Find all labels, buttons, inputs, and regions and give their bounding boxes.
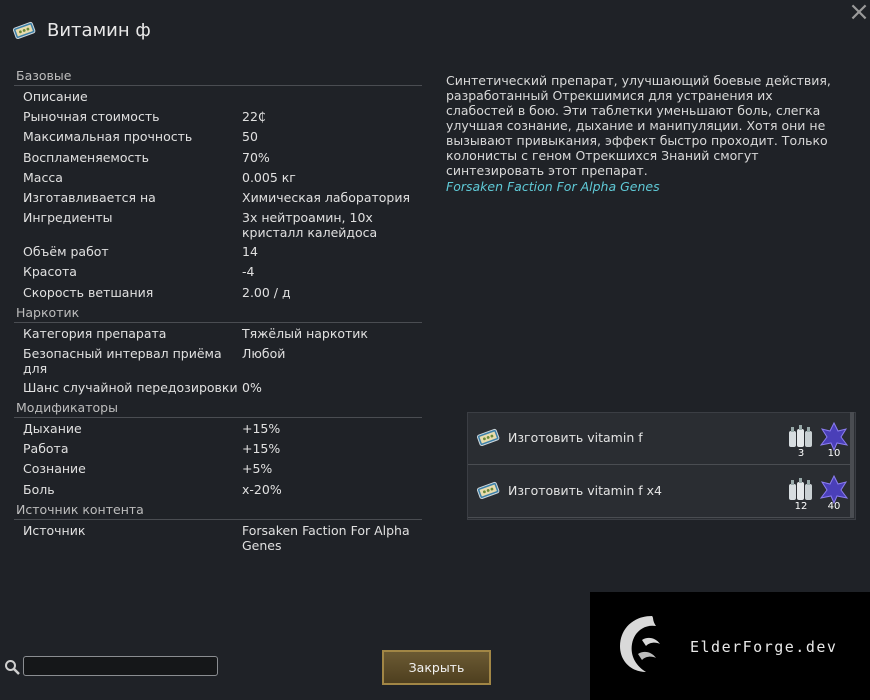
- stat-value: -4: [242, 264, 255, 280]
- stat-value: +15%: [242, 441, 281, 457]
- drug-pills-icon: [12, 21, 36, 39]
- neutroamine-ingredient: 12: [786, 474, 816, 512]
- neutroamine-bottles-icon: [789, 425, 812, 447]
- stat-value: 14: [242, 244, 258, 260]
- stat-value: 2.00 / д: [242, 284, 291, 300]
- neutroamine-bottles-icon: [789, 478, 812, 500]
- stat-row[interactable]: Ингредиенты 3x нейтроамин, 10x кристалл к…: [14, 208, 422, 242]
- stat-label: Максимальная прочность: [23, 129, 193, 145]
- stat-value: 0%: [242, 379, 262, 395]
- recipe-label: Изготовить vitamin f: [508, 430, 643, 445]
- search-input[interactable]: [23, 656, 218, 676]
- crystal-ingredient: 40: [819, 474, 849, 512]
- close-x-icon[interactable]: ×: [848, 0, 870, 25]
- stat-value: 22₵: [242, 109, 266, 125]
- stat-row[interactable]: Описание: [14, 87, 422, 107]
- drug-pills-icon: [476, 481, 500, 499]
- stat-row[interactable]: Объём работ 14: [14, 242, 422, 262]
- stat-row[interactable]: Работа +15%: [14, 439, 422, 459]
- stat-row[interactable]: Категория препарата Тяжёлый наркотик: [14, 324, 422, 344]
- stat-row[interactable]: Скорость ветшания 2.00 / д: [14, 283, 422, 303]
- search-icon: [5, 660, 20, 675]
- stat-label: Воспламеняемость: [23, 149, 150, 165]
- stat-row[interactable]: Масса 0.005 кг: [14, 168, 422, 188]
- item-description: Синтетический препарат, улучшающий боевы…: [446, 73, 831, 178]
- ingredient-count: 12: [794, 501, 808, 512]
- stat-label: Работа: [23, 441, 69, 457]
- stat-row[interactable]: Изготавливается на Химическая лаборатория: [14, 188, 422, 208]
- stat-label: Красота: [23, 264, 77, 280]
- stat-value: Химическая лаборатория: [242, 189, 410, 205]
- kaleidos-crystal-icon: [819, 474, 849, 505]
- section-header: Базовые: [14, 66, 422, 86]
- recipe-row[interactable]: Изготовить vitamin f x4 12 40: [468, 466, 853, 518]
- item-info-window: Витамин ф × Базовые Описание Рыночная стои…: [0, 0, 870, 700]
- stat-value: Forsaken Faction For Alpha Genes: [242, 522, 410, 553]
- watermark-text: ElderForge.dev: [690, 638, 838, 656]
- close-button[interactable]: Закрыть: [382, 650, 491, 685]
- ingredient-count: 3: [797, 448, 805, 459]
- dragon-logo-icon: [620, 616, 660, 672]
- stat-row[interactable]: Воспламеняемость 70%: [14, 148, 422, 168]
- section-header: Источник контента: [14, 500, 422, 520]
- stat-value: Тяжёлый наркотик: [242, 325, 368, 341]
- stat-row[interactable]: Рыночная стоимость 22₵: [14, 107, 422, 127]
- stat-label: Описание: [23, 89, 88, 104]
- stat-label: Сознание: [23, 461, 86, 477]
- recipe-list: Изготовить vitamin f 3 10 Изготовить vit…: [467, 412, 856, 520]
- stats-panel: Базовые Описание Рыночная стоимость 22₵ Макс…: [14, 66, 422, 555]
- crystal-ingredient: 10: [819, 421, 849, 459]
- stat-row[interactable]: Безопасный интервал приёма для Любой: [14, 344, 422, 378]
- stat-label: Рыночная стоимость: [23, 109, 160, 125]
- stat-value: x-20%: [242, 481, 282, 497]
- stat-label: Безопасный интервал приёма для: [23, 345, 222, 376]
- stat-label: Объём работ: [23, 244, 109, 260]
- stat-label: Масса: [23, 169, 63, 185]
- stat-label: Скорость ветшания: [23, 284, 154, 300]
- stat-label: Изготавливается на: [23, 189, 156, 205]
- stat-value: +15%: [242, 421, 281, 437]
- section-header: Модификаторы: [14, 398, 422, 419]
- stat-value: 70%: [242, 149, 270, 165]
- stat-row[interactable]: Источник Forsaken Faction For Alpha Genes: [14, 521, 422, 555]
- stat-label: Источник: [23, 522, 86, 538]
- stat-row[interactable]: Боль x-20%: [14, 480, 422, 500]
- stat-label: Шанс случайной передозировки: [23, 379, 238, 395]
- stat-label: Категория препарата: [23, 325, 167, 341]
- section-header: Наркотик: [14, 303, 422, 323]
- stat-row[interactable]: Сознание +5%: [14, 459, 422, 479]
- stat-row[interactable]: Дыхание +15%: [14, 419, 422, 439]
- drug-pills-icon: [476, 428, 500, 446]
- ingredient-count: 40: [827, 501, 841, 512]
- stat-label: Боль: [23, 481, 55, 497]
- window-title: Витамин ф: [47, 20, 151, 41]
- stat-value: +5%: [242, 461, 273, 477]
- stat-value: 50: [242, 129, 258, 145]
- stat-value: Любой: [242, 345, 286, 361]
- stat-row[interactable]: Красота -4: [14, 262, 422, 282]
- stat-value: 0.005 кг: [242, 169, 296, 185]
- kaleidos-crystal-icon: [819, 421, 849, 452]
- neutroamine-ingredient: 3: [786, 421, 816, 459]
- recipe-row[interactable]: Изготовить vitamin f 3 10: [468, 413, 853, 465]
- recipe-label: Изготовить vitamin f x4: [508, 483, 662, 498]
- recipe-scrollbar[interactable]: [850, 412, 854, 518]
- stat-row[interactable]: Максимальная прочность 50: [14, 127, 422, 147]
- ingredient-count: 10: [827, 448, 841, 459]
- source-mod-link[interactable]: Forsaken Faction For Alpha Genes: [446, 179, 660, 194]
- stat-value: [242, 89, 422, 105]
- stat-label: Ингредиенты: [23, 210, 113, 226]
- stat-label: Дыхание: [23, 421, 82, 437]
- stat-value: 3x нейтроамин, 10x кристалл калейдоса: [242, 210, 378, 241]
- stat-row[interactable]: Шанс случайной передозировки 0%: [14, 378, 422, 398]
